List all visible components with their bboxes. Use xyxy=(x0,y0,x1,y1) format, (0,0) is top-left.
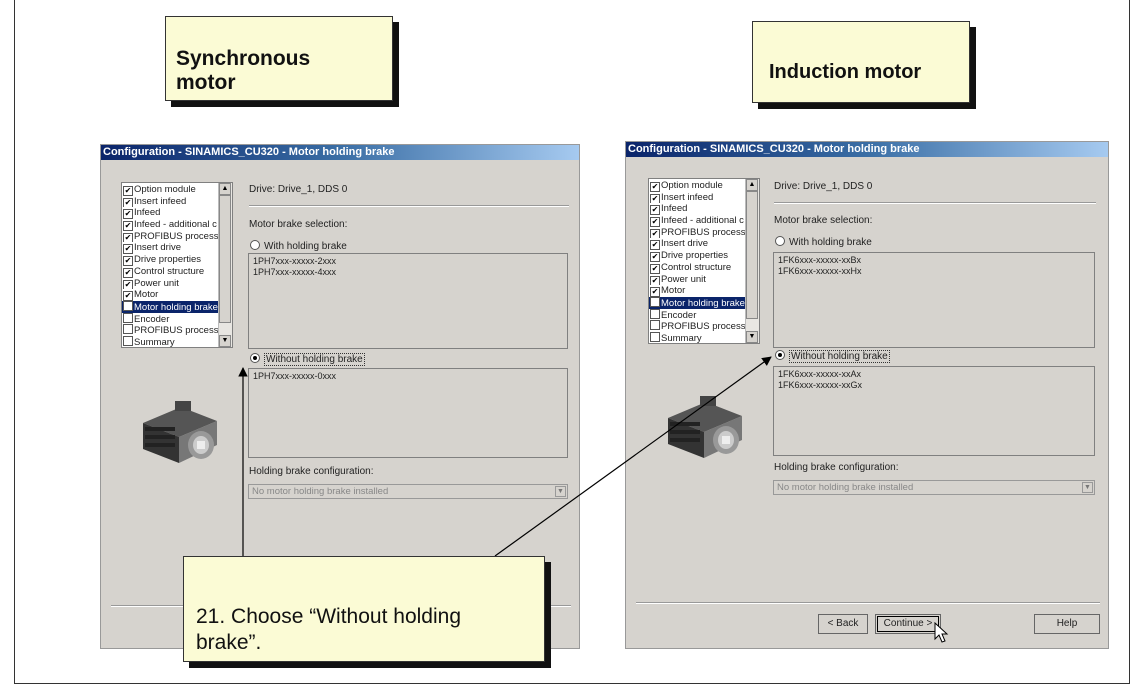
arrow-right xyxy=(494,356,772,557)
callout-synchronous: Synchronous motor xyxy=(165,16,393,101)
callout-instruction: 21. Choose “Without holding brake”. xyxy=(183,556,545,662)
pointer-arrows xyxy=(238,356,772,557)
callout-induction: Induction motor xyxy=(752,21,970,103)
